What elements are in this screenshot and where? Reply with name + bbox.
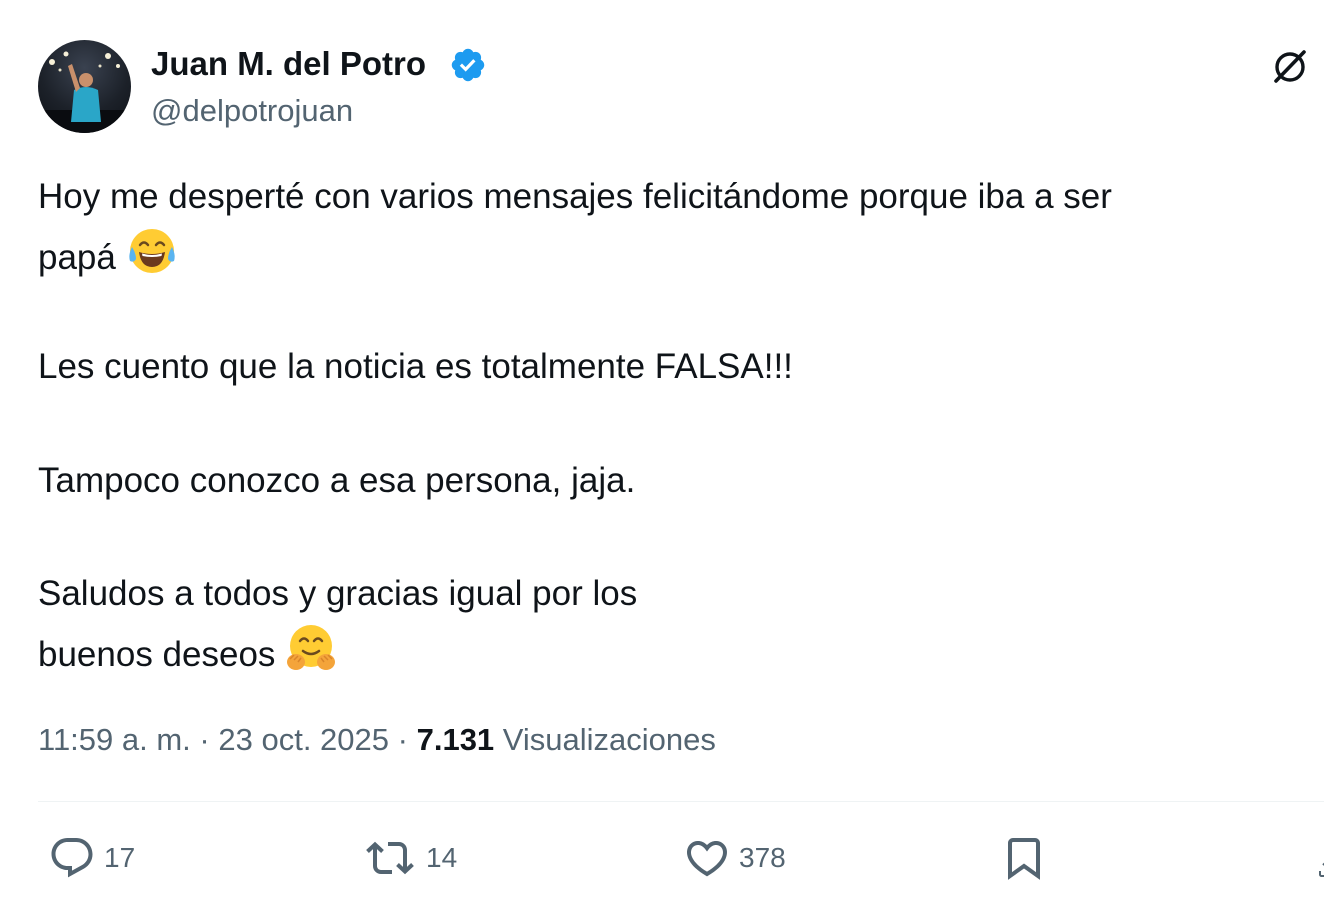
bookmark-icon <box>1008 838 1040 880</box>
reply-icon <box>51 838 93 878</box>
bookmark-button[interactable] <box>1000 834 1048 882</box>
verified-badge-icon <box>451 48 485 82</box>
hugging-face-icon <box>287 625 336 670</box>
reply-button[interactable]: 17 <box>48 834 135 882</box>
heart-icon <box>686 841 728 877</box>
retweet-icon <box>366 841 414 875</box>
like-button[interactable]: 378 <box>683 834 786 882</box>
tweet-text-line-1: Hoy me desperté con varios mensajes feli… <box>38 177 1112 216</box>
share-button[interactable] <box>1316 856 1324 880</box>
divider <box>38 801 1324 802</box>
views-count: 7.131 <box>416 722 495 757</box>
author-display-name[interactable]: Juan M. del Potro <box>151 44 426 84</box>
views-label: Visualizaciones <box>502 722 716 757</box>
tweet-text-line-4: Tampoco conozco a esa persona, jaja. <box>38 461 636 500</box>
tweet-text-line-5: Saludos a todos y gracias igual por los <box>38 574 638 613</box>
grok-icon[interactable] <box>1268 44 1312 88</box>
meta-separator: · <box>199 722 210 757</box>
tweet-card: Juan M. del Potro @delpotrojuan Hoy me d… <box>0 0 1324 905</box>
tweet-text-line-2-text: papá <box>38 238 116 277</box>
like-count: 378 <box>739 842 786 873</box>
tweet-meta: 11:59 a. m. · 23 oct. 2025 · 7.131 Visua… <box>38 719 716 761</box>
avatar-image <box>38 51 131 133</box>
tweet-date[interactable]: 23 oct. 2025 <box>218 722 389 757</box>
tweet-text-line-3: Les cuento que la noticia es totalmente … <box>38 347 793 386</box>
face-with-tears-of-joy-icon <box>129 229 175 273</box>
retweet-count: 14 <box>426 842 458 873</box>
tweet-time[interactable]: 11:59 a. m. <box>38 722 191 757</box>
avatar[interactable] <box>38 40 131 133</box>
tweet-text-line-2: papá <box>38 225 178 286</box>
share-icon <box>1319 862 1324 877</box>
author-handle[interactable]: @delpotrojuan <box>151 92 353 130</box>
reply-count: 17 <box>104 842 136 873</box>
tweet-text-line-6-text: buenos deseos <box>38 635 276 674</box>
tweet-text-line-6: buenos deseos <box>38 622 337 683</box>
meta-separator-2: · <box>397 722 408 757</box>
retweet-button[interactable]: 14 <box>362 834 457 882</box>
